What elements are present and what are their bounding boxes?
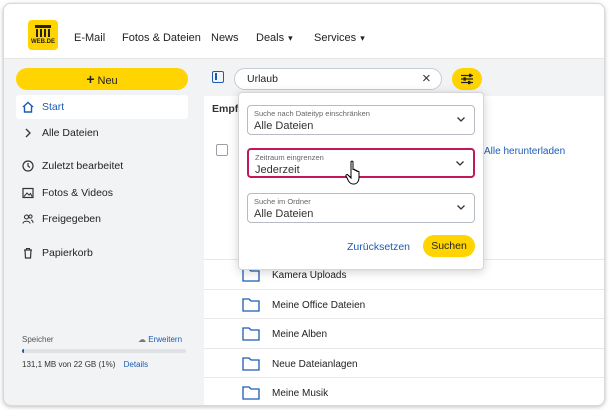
sidebar-item-label: Freigegeben <box>42 213 101 225</box>
storage-usage-text: 131,1 MB von 22 GB (1%) <box>22 360 116 369</box>
brandenburger-tor-icon <box>35 25 51 37</box>
storage-title: Speicher <box>22 335 54 344</box>
storage-upgrade-link[interactable]: ☁ Erweitern <box>138 335 182 344</box>
sidebar-item-label: Zuletzt bearbeitet <box>42 160 124 172</box>
logo-text: WEB.DE <box>31 39 55 45</box>
nav-services-label: Services <box>314 32 357 44</box>
nav-deals-label: Deals <box>256 32 285 44</box>
chevron-down-icon: ▾ <box>360 33 365 43</box>
column-header: Empf <box>212 103 239 115</box>
top-navigation: WEB.DE E-Mail Fotos & Dateien News Deals… <box>4 4 604 59</box>
storage-details-link[interactable]: Details <box>124 360 148 369</box>
sidebar-item-label: Papierkorb <box>42 247 93 259</box>
new-button-label: Neu <box>97 75 118 87</box>
hand-cursor-icon <box>345 160 360 185</box>
sidebar-item-alle-dateien[interactable]: Alle Dateien <box>16 121 188 145</box>
filetype-select-value: Alle Dateien <box>254 120 314 132</box>
filetype-select-label: Suche nach Dateityp einschränken <box>254 109 370 118</box>
folder-select-label: Suche im Ordner <box>254 197 311 206</box>
filter-button[interactable] <box>452 68 482 90</box>
storage-progress-bar <box>22 349 186 353</box>
clock-icon <box>22 160 34 172</box>
chevron-down-icon <box>457 117 465 122</box>
sidebar-item-start[interactable]: Start <box>16 95 188 119</box>
chevron-down-icon: ▾ <box>288 33 293 43</box>
nav-deals[interactable]: Deals ▾ <box>256 32 293 44</box>
folder-select[interactable]: Suche im Ordner Alle Dateien <box>247 193 475 223</box>
people-icon <box>22 214 34 224</box>
sidebar-item-fotos-videos[interactable]: Fotos & Videos <box>16 181 188 205</box>
sidebar-item-label: Alle Dateien <box>42 127 99 139</box>
folder-name: Kamera Uploads <box>272 270 347 281</box>
folder-icon <box>242 298 260 312</box>
list-item[interactable]: Neue Dateianlagen <box>204 348 604 378</box>
filetype-select[interactable]: Suche nach Dateityp einschränken Alle Da… <box>247 105 475 135</box>
storage-progress-fill <box>22 349 24 353</box>
folder-name: Meine Office Dateien <box>272 300 366 311</box>
search-button[interactable]: Suchen <box>423 235 475 257</box>
webde-logo[interactable]: WEB.DE <box>28 20 58 50</box>
image-icon <box>22 187 34 199</box>
download-all-link[interactable]: Alle herunterladen <box>484 146 565 157</box>
timerange-select-value: Jederzeit <box>255 164 300 176</box>
panel-toggle-icon[interactable] <box>212 71 224 83</box>
plus-icon: + <box>86 71 95 87</box>
folder-icon <box>242 386 260 400</box>
nav-news[interactable]: News <box>211 32 239 44</box>
chevron-down-icon <box>456 161 464 166</box>
sidebar-item-label: Fotos & Videos <box>42 187 114 199</box>
close-icon[interactable]: × <box>422 70 431 88</box>
app-window: WEB.DE E-Mail Fotos & Dateien News Deals… <box>3 3 605 406</box>
sidebar: + Neu Start Alle Dateien Zuletzt bearbeit… <box>4 60 204 405</box>
nav-services[interactable]: Services ▾ <box>314 32 365 44</box>
folder-name: Meine Musik <box>272 388 329 399</box>
new-button[interactable]: + Neu <box>16 68 188 90</box>
search-input[interactable]: Urlaub <box>234 68 442 90</box>
timerange-select-label: Zeitraum eingrenzen <box>255 153 324 162</box>
nav-email[interactable]: E-Mail <box>74 32 105 44</box>
sidebar-item-label: Start <box>42 101 65 113</box>
folder-icon <box>242 357 260 371</box>
reset-button[interactable]: Zurücksetzen <box>347 241 410 253</box>
list-item[interactable]: Meine Musik <box>204 377 604 405</box>
sidebar-item-zuletzt-bearbeitet[interactable]: Zuletzt bearbeitet <box>16 154 188 178</box>
cloud-icon: ☁ <box>138 335 146 344</box>
list-item[interactable]: Meine Office Dateien <box>204 289 604 319</box>
sidebar-item-freigegeben[interactable]: Freigegeben <box>16 207 188 231</box>
sidebar-item-papierkorb[interactable]: Papierkorb <box>16 241 188 265</box>
folder-select-value: Alle Dateien <box>254 208 314 220</box>
storage-usage: 131,1 MB von 22 GB (1%) Details <box>22 360 148 369</box>
list-item[interactable]: Meine Alben <box>204 318 604 348</box>
folder-name: Neue Dateianlagen <box>272 359 358 370</box>
folder-icon <box>242 327 260 341</box>
folder-name: Meine Alben <box>272 329 328 340</box>
sliders-icon <box>461 73 473 85</box>
select-all-checkbox[interactable] <box>216 144 228 156</box>
chevron-down-icon <box>457 205 465 210</box>
home-icon <box>22 101 34 113</box>
chevron-right-icon <box>25 128 31 138</box>
nav-fotos-dateien[interactable]: Fotos & Dateien <box>122 32 201 44</box>
storage-upgrade-label: Erweitern <box>148 335 183 344</box>
trash-icon <box>24 247 32 259</box>
